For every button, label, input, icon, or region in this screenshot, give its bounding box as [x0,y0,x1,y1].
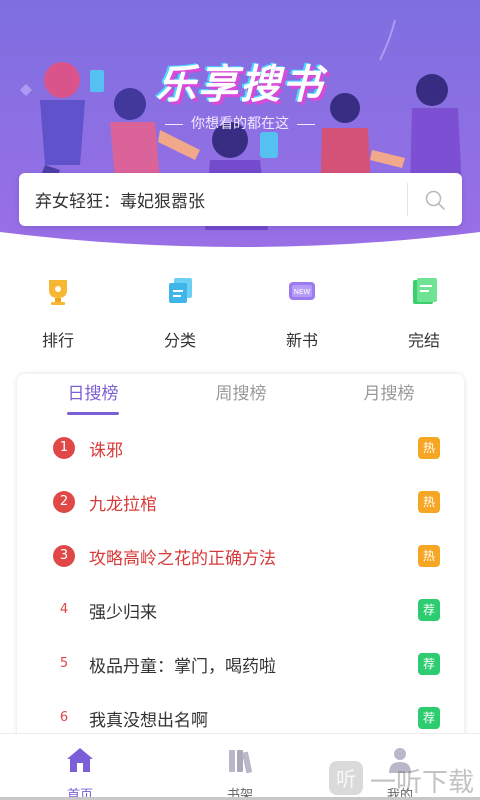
category-ranking[interactable]: 排行 [18,270,98,351]
ranking-panel: 日搜榜 周搜榜 月搜榜 1 诛邪 热 2 九龙拉棺 热 3 攻略高岭之花的正确方… [17,374,464,744]
category-label: 新书 [285,331,318,350]
hot-badge: 热 [418,545,440,567]
category-classify[interactable]: 分类 [140,270,220,351]
tab-weekly[interactable]: 周搜榜 [181,379,301,404]
search-divider [407,183,408,216]
hot-badge: 热 [418,491,440,513]
book-title[interactable]: 攻略高岭之花的正确方法 [89,544,276,569]
finished-book-icon [413,278,437,304]
category-finished[interactable]: 完结 [384,270,464,351]
tab-daily[interactable]: 日搜榜 [33,379,153,404]
watermark: 听 一听下载 [322,758,480,800]
rank-number: 6 [59,710,69,725]
rank-number: 4 [59,602,69,617]
watermark-text: 一听下载 [370,768,475,798]
trophy-icon [49,280,67,305]
book-title[interactable]: 我真没想出名啊 [89,706,208,731]
app-slogan: 你想看的都在这 [0,113,480,133]
recommend-badge: 荐 [418,707,440,729]
ranking-row[interactable]: 3 攻略高岭之花的正确方法 热 [17,532,464,586]
category-row: 排行 分类 NEW 新书 完结 [0,270,480,350]
ranking-tabs: 日搜榜 周搜榜 月搜榜 [17,374,464,415]
category-label: 排行 [41,331,74,350]
search-icon[interactable] [423,188,447,212]
nav-bookshelf[interactable]: 书架 [160,734,320,800]
hot-badge: 热 [418,437,440,459]
svg-text:NEW: NEW [294,288,311,296]
slogan-text: 你想看的都在这 [191,116,289,132]
rank-number: 3 [53,545,75,567]
home-icon [67,748,93,772]
book-title[interactable]: 强少归来 [89,598,157,623]
tab-monthly[interactable]: 月搜榜 [329,379,449,404]
rank-number: 1 [53,437,75,459]
book-title[interactable]: 九龙拉棺 [89,490,157,515]
category-label: 分类 [163,331,196,350]
slogan-dash-right [297,123,315,125]
ranking-row[interactable]: 4 强少归来 荐 [17,586,464,640]
category-label: 完结 [407,331,440,350]
slogan-dash-left [165,123,183,125]
book-title[interactable]: 诛邪 [89,436,123,461]
tab-active-indicator [67,412,119,415]
stack-icon [169,278,192,303]
bookshelf-icon [229,750,253,774]
app-logo: 乐享搜书 [156,61,324,108]
watermark-logo-icon: 听 [329,761,363,795]
search-bar[interactable]: 弃女轻狂：毒妃狠嚣张 [19,173,462,226]
category-new-books[interactable]: NEW 新书 [262,270,342,351]
book-title[interactable]: 极品丹童：掌门，喝药啦 [89,652,276,677]
svg-text:听: 听 [336,767,356,791]
new-book-icon: NEW [289,282,315,300]
recommend-badge: 荐 [418,653,440,675]
nav-home[interactable]: 首页 [0,734,160,800]
search-input[interactable]: 弃女轻狂：毒妃狠嚣张 [35,187,205,212]
ranking-row[interactable]: 2 九龙拉棺 热 [17,478,464,532]
recommend-badge: 荐 [418,599,440,621]
ranking-row[interactable]: 5 极品丹童：掌门，喝药啦 荐 [17,640,464,694]
rank-number: 2 [53,491,75,513]
rank-number: 5 [59,656,69,671]
ranking-row[interactable]: 1 诛邪 热 [17,424,464,478]
